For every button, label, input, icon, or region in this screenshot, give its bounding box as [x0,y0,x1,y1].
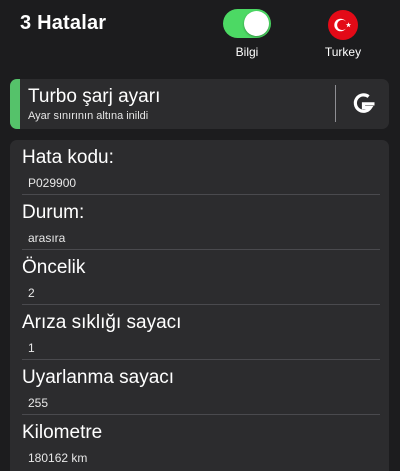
info-toggle-group: Bilgi [217,9,277,59]
detail-row-mileage: Kilometre 180162 km [22,415,380,470]
detail-row-status: Durum: arasıra [22,195,380,250]
detail-label: Kilometre [22,422,103,443]
fault-subtitle: Ayar sınırının altına inildi [28,110,149,122]
detail-label: Durum: [22,202,85,223]
fault-details-card: Hata kodu: P029900 Durum: arasıra Önceli… [10,140,389,471]
detail-label: Uyarlanma sayacı [22,367,175,388]
language-selector[interactable]: Turkey [315,10,371,59]
detail-value: 2 [28,286,35,300]
detail-value: arasıra [28,231,66,245]
banner-divider [335,85,336,122]
page-title: 3 Hatalar [20,12,107,34]
toggle-label: Bilgi [235,45,259,59]
header-bar: 3 Hatalar Bilgi Turkey [0,0,400,70]
detail-row-error-code: Hata kodu: P029900 [22,140,380,195]
google-g-icon[interactable] [345,86,381,122]
error-details-screen: 3 Hatalar Bilgi Turkey Turbo şarj ayarı … [0,0,400,471]
detail-label: Hata kodu: [22,147,114,168]
fault-title: Turbo şarj ayarı [28,86,161,107]
detail-row-priority: Öncelik 2 [22,250,380,305]
toggle-knob [244,11,269,36]
info-toggle[interactable] [223,9,271,38]
flag-label: Turkey [324,45,362,59]
detail-value: P029900 [28,176,77,190]
detail-value: 180162 km [28,451,88,465]
fault-banner[interactable]: Turbo şarj ayarı Ayar sınırının altına i… [10,79,389,129]
detail-row-fault-frequency: Arıza sıklığı sayacı 1 [22,305,380,360]
detail-value: 1 [28,341,35,355]
turkey-flag-icon [328,10,358,40]
detail-row-adaptation-counter: Uyarlanma sayacı 255 [22,360,380,415]
detail-label: Arıza sıklığı sayacı [22,312,182,333]
detail-label: Öncelik [22,257,86,278]
status-accent-bar [10,79,20,129]
detail-value: 255 [28,396,49,410]
